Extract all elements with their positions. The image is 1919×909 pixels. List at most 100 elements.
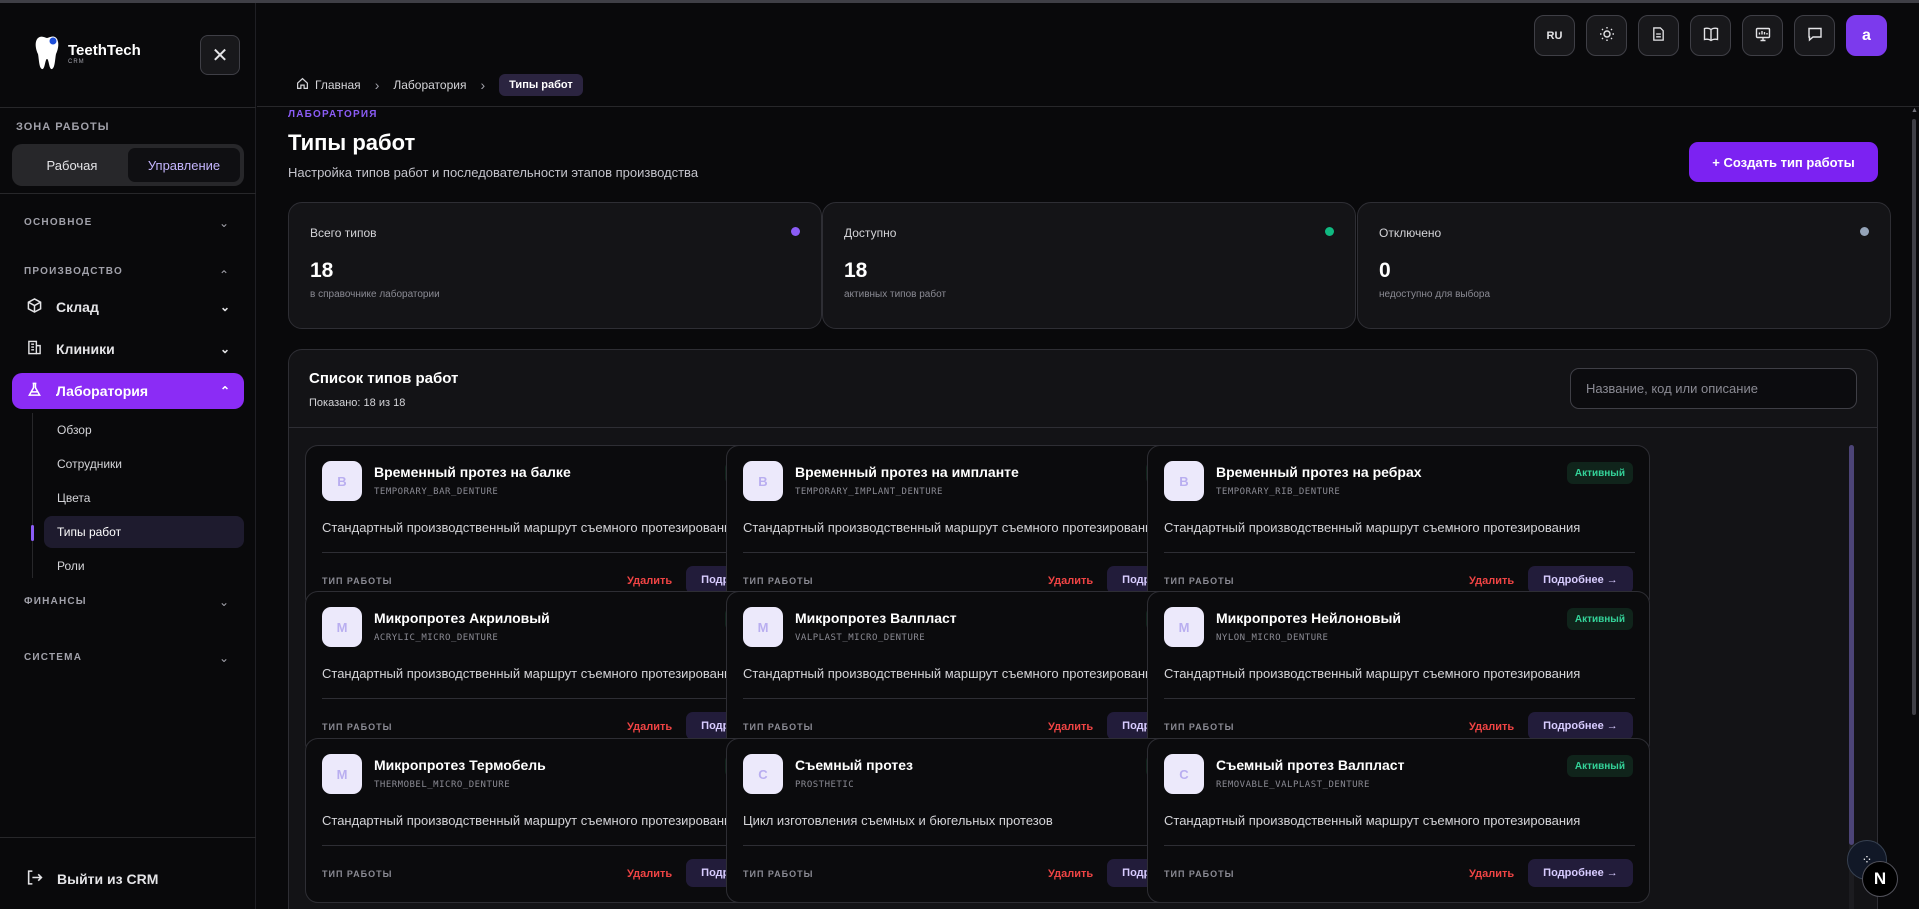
close-sidebar-button[interactable]: ✕: [200, 35, 240, 75]
display-button[interactable]: [1742, 15, 1783, 56]
work-type-title: Съемный протез Валпласт: [1216, 757, 1405, 773]
stat-card-available: Доступно 18 активных типов работ: [822, 202, 1356, 329]
stat-description: в справочнике лаборатории: [310, 289, 440, 300]
subnav-overview[interactable]: Обзор: [44, 414, 244, 446]
delete-button[interactable]: Удалить: [627, 575, 672, 587]
app-subtitle: CRM: [68, 58, 85, 65]
delete-button[interactable]: Удалить: [1048, 868, 1093, 880]
work-type-code: REMOVABLE_VALPLAST_DENTURE: [1216, 780, 1370, 790]
group-production[interactable]: ПРОИЗВОДСТВО: [24, 266, 123, 277]
page-eyebrow: ЛАБОРАТОРИЯ: [288, 109, 378, 120]
delete-button[interactable]: Удалить: [1048, 575, 1093, 587]
work-type-avatar: М: [1164, 607, 1204, 647]
group-system[interactable]: СИСТЕМА: [24, 652, 82, 663]
work-type-kind-label: ТИП РАБОТЫ: [322, 722, 393, 732]
docs-button[interactable]: [1690, 15, 1731, 56]
sidebar: TeethTech CRM ✕ ЗОНА РАБОТЫ Рабочая Упра…: [0, 3, 256, 909]
details-button[interactable]: Подробнее →: [1528, 566, 1633, 594]
stat-label: Отключено: [1379, 226, 1442, 240]
divider: [1164, 845, 1635, 846]
chevron-down-icon[interactable]: ⌄: [219, 595, 229, 609]
chat-button[interactable]: [1794, 15, 1835, 56]
divider: [743, 552, 1214, 553]
work-type-avatar: В: [743, 461, 783, 501]
app-name: TeethTech: [68, 41, 141, 59]
work-type-kind-label: ТИП РАБОТЫ: [1164, 576, 1235, 586]
work-type-title: Временный протез на балке: [374, 464, 571, 480]
work-type-card[interactable]: В Временный протез на ребрах TEMPORARY_RIB…: [1147, 445, 1650, 610]
divider: [0, 193, 256, 194]
chevron-down-icon[interactable]: ⌄: [219, 216, 229, 230]
chevron-down-icon[interactable]: ⌄: [219, 651, 229, 665]
search-input[interactable]: [1570, 368, 1857, 409]
delete-button[interactable]: Удалить: [1048, 721, 1093, 733]
work-type-title: Микропротез Акриловый: [374, 610, 550, 626]
scroll-up-icon[interactable]: ▲: [1911, 107, 1918, 114]
create-work-type-button[interactable]: + Создать тип работы: [1689, 142, 1878, 182]
page-scrollbar[interactable]: ▲: [1910, 107, 1918, 909]
work-type-avatar: С: [743, 754, 783, 794]
zone-work-button[interactable]: Рабочая: [16, 148, 128, 182]
flask-icon: [26, 382, 42, 400]
delete-button[interactable]: Удалить: [1469, 575, 1514, 587]
divider: [1164, 698, 1635, 699]
zone-manage-button[interactable]: Управление: [128, 148, 240, 182]
status-badge: Активный: [1566, 755, 1633, 777]
work-type-avatar: М: [322, 607, 362, 647]
sidebar-item-laboratory[interactable]: Лаборатория ⌃: [12, 373, 244, 409]
work-type-card[interactable]: М Микропротез Нейлоновый NYLON_MICRO_DENTU…: [1147, 591, 1650, 756]
work-type-kind-label: ТИП РАБОТЫ: [1164, 722, 1235, 732]
scrollbar-thumb[interactable]: [1849, 445, 1854, 845]
n-logo-icon: N: [1873, 869, 1887, 888]
details-button[interactable]: Подробнее →: [1528, 859, 1633, 887]
delete-button[interactable]: Удалить: [627, 868, 672, 880]
documents-button[interactable]: [1638, 15, 1679, 56]
delete-button[interactable]: Удалить: [1469, 721, 1514, 733]
user-avatar[interactable]: a: [1846, 15, 1887, 56]
next-dev-button[interactable]: N: [1862, 861, 1898, 897]
work-type-description: Стандартный производственный маршрут съе…: [1164, 666, 1581, 681]
work-type-description: Стандартный производственный маршрут съе…: [1164, 520, 1581, 535]
tooth-icon: [34, 35, 60, 71]
chat-icon: [1807, 26, 1823, 45]
work-type-code: TEMPORARY_RIB_DENTURE: [1216, 487, 1341, 497]
work-type-description: Стандартный производственный маршрут съе…: [322, 666, 739, 681]
subnav-line: [32, 413, 33, 578]
logout-button[interactable]: Выйти из CRM: [26, 869, 158, 889]
stat-card-total: Всего типов 18 в справочнике лаборатории: [288, 202, 822, 329]
work-type-code: TEMPORARY_BAR_DENTURE: [374, 487, 499, 497]
work-type-avatar: М: [322, 754, 362, 794]
chevron-up-icon[interactable]: ⌃: [219, 268, 229, 282]
header-divider: [257, 106, 1919, 107]
breadcrumb-lab[interactable]: Лаборатория: [393, 78, 466, 92]
zone-label: ЗОНА РАБОТЫ: [16, 121, 110, 133]
chevron-right-icon: ›: [374, 77, 380, 93]
work-type-card[interactable]: С Съемный протез Валпласт REMOVABLE_VALPLA…: [1147, 738, 1650, 903]
subnav-colors[interactable]: Цвета: [44, 482, 244, 514]
status-dot: [791, 227, 800, 236]
scrollbar-thumb[interactable]: [1912, 119, 1916, 715]
stat-description: недоступно для выбора: [1379, 289, 1491, 300]
delete-button[interactable]: Удалить: [627, 721, 672, 733]
sidebar-item-warehouse[interactable]: Склад ⌄: [12, 289, 244, 325]
list-title: Список типов работ: [309, 370, 459, 387]
breadcrumb-current: Типы работ: [499, 74, 583, 96]
group-main[interactable]: ОСНОВНОЕ: [24, 217, 93, 228]
breadcrumb-home[interactable]: Главная: [296, 77, 361, 93]
divider: [1164, 552, 1635, 553]
details-button[interactable]: Подробнее →: [1528, 712, 1633, 740]
subnav-roles[interactable]: Роли: [44, 550, 244, 582]
theme-button[interactable]: [1586, 15, 1627, 56]
delete-button[interactable]: Удалить: [1469, 868, 1514, 880]
breadcrumb: Главная › Лаборатория › Типы работ: [296, 74, 583, 96]
stat-label: Доступно: [844, 226, 897, 240]
language-button[interactable]: RU: [1534, 15, 1575, 56]
group-finance[interactable]: ФИНАНСЫ: [24, 596, 87, 607]
chevron-down-icon: ⌄: [219, 342, 230, 356]
app-logo[interactable]: TeethTech CRM: [34, 35, 141, 71]
sidebar-item-clinics[interactable]: Клиники ⌄: [12, 331, 244, 367]
work-type-kind-label: ТИП РАБОТЫ: [1164, 869, 1235, 879]
subnav-work-types[interactable]: Типы работ: [44, 516, 244, 548]
subnav-staff[interactable]: Сотрудники: [44, 448, 244, 480]
list-scrollbar[interactable]: [1849, 445, 1854, 909]
